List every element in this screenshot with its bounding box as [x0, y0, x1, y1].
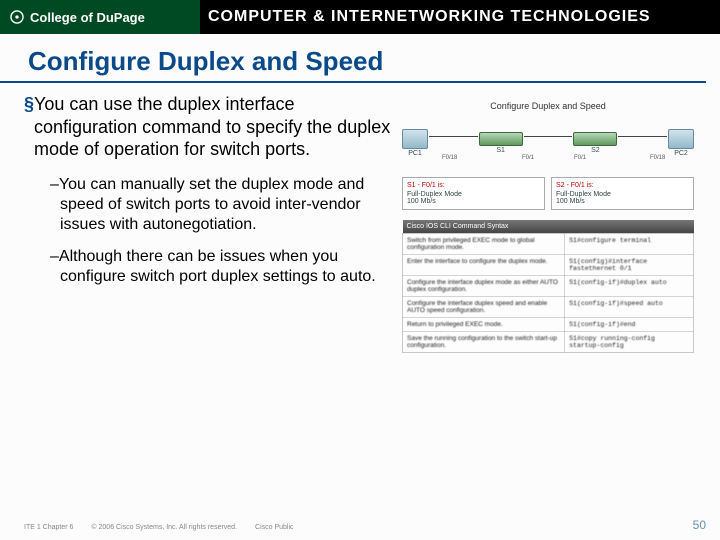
config-boxes: S1 - F0/1 is: Full-Duplex Mode 100 Mb/s …	[402, 177, 694, 210]
network-topology: PC1 S1 S2 PC2 F0/18 F0/1 F0/1 F0/18	[402, 117, 694, 169]
slide-header: College of DuPage COMPUTER & INTERNETWOR…	[0, 0, 720, 34]
bullet-main-text: You can use the duplex interface configu…	[34, 93, 394, 161]
footer-chapter: ITE 1 Chapter 6	[24, 524, 73, 531]
footer-classification: Cisco Public	[255, 524, 294, 531]
text-column: § You can use the duplex interface confi…	[24, 93, 394, 353]
config-box-s1: S1 - F0/1 is: Full-Duplex Mode 100 Mb/s	[402, 177, 545, 210]
link-line	[429, 136, 478, 137]
node-pc1: PC1	[402, 129, 428, 157]
port-label: F0/18	[650, 155, 665, 161]
page-number: 50	[693, 518, 706, 532]
node-s1: S1	[479, 132, 523, 154]
link-line	[524, 136, 573, 137]
table-row: Configure the interface duplex speed and…	[403, 297, 694, 318]
diagram-column: Configure Duplex and Speed PC1 S1 S2 PC2…	[394, 93, 694, 353]
program-name: COMPUTER & INTERNETWORKING TECHNOLOGIES	[200, 0, 720, 34]
bullet-sub-2: –Although there can be issues when you c…	[60, 247, 394, 287]
pc-icon	[402, 129, 428, 149]
table-header: Cisco IOS CLI Command Syntax	[403, 220, 694, 234]
bullet-sub-1: –You can manually set the duplex mode an…	[60, 175, 394, 235]
diagram-title: Configure Duplex and Speed	[402, 101, 694, 111]
slide-body: § You can use the duplex interface confi…	[0, 83, 720, 353]
node-s2: S2	[573, 132, 617, 154]
link-line	[618, 136, 667, 137]
footer-copyright: © 2006 Cisco Systems, Inc. All rights re…	[91, 524, 237, 531]
college-logo-icon	[10, 10, 24, 24]
table-row: Switch from privileged EXEC mode to glob…	[403, 234, 694, 255]
config-box-s2: S2 - F0/1 is: Full-Duplex Mode 100 Mb/s	[551, 177, 694, 210]
slide-title: Configure Duplex and Speed	[0, 34, 706, 83]
slide-footer: ITE 1 Chapter 6 © 2006 Cisco Systems, In…	[24, 518, 706, 532]
port-label: F0/1	[574, 155, 586, 161]
table-row: Save the running configuration to the sw…	[403, 332, 694, 353]
command-syntax-table: Cisco IOS CLI Command Syntax Switch from…	[402, 220, 694, 353]
pc-icon	[668, 129, 694, 149]
bullet-square-icon: §	[24, 93, 34, 161]
table-row: Enter the interface to configure the dup…	[403, 255, 694, 276]
college-name: College of DuPage	[30, 10, 145, 25]
college-badge: College of DuPage	[0, 0, 200, 34]
switch-icon	[573, 132, 617, 146]
port-label: F0/18	[442, 155, 457, 161]
switch-icon	[479, 132, 523, 146]
table-row: Configure the interface duplex mode as e…	[403, 276, 694, 297]
node-pc2: PC2	[668, 129, 694, 157]
table-row: Return to privileged EXEC mode.S1(config…	[403, 318, 694, 332]
port-label: F0/1	[522, 155, 534, 161]
bullet-main: § You can use the duplex interface confi…	[24, 93, 394, 161]
